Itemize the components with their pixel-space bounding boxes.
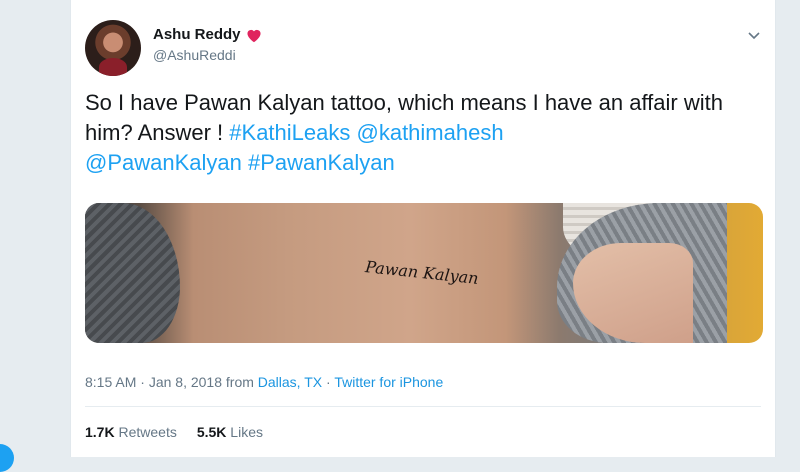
hashtag-kathileaks[interactable]: #KathiLeaks: [229, 120, 350, 145]
tweet-date[interactable]: Jan 8, 2018: [149, 374, 222, 390]
likes-stat[interactable]: 5.5K Likes: [197, 424, 263, 440]
tweet-image[interactable]: Pawan Kalyan: [85, 203, 763, 343]
chevron-down-icon[interactable]: [745, 26, 763, 44]
display-name-text[interactable]: Ashu Reddy: [153, 26, 241, 43]
tweet-card: Ashu Reddy @AshuReddi So I have Pawan Ka…: [70, 0, 776, 457]
from-label: from: [225, 374, 254, 390]
author-display-name[interactable]: Ashu Reddy: [153, 26, 263, 43]
hashtag-pawankalyan[interactable]: #PawanKalyan: [248, 150, 395, 175]
tweet-location[interactable]: Dallas, TX: [258, 374, 322, 390]
tweet-stats: 1.7K Retweets 5.5K Likes: [85, 424, 263, 440]
likes-label: Likes: [230, 424, 263, 440]
tweet-text: So I have Pawan Kalyan tattoo, which mea…: [85, 88, 765, 178]
tweet-meta: 8:15 AM · Jan 8, 2018 from Dallas, TX · …: [85, 374, 444, 390]
avatar[interactable]: [85, 20, 141, 76]
mention-kathimahesh[interactable]: @kathimahesh: [357, 120, 504, 145]
divider: [85, 406, 761, 407]
sweater-left: [85, 203, 180, 343]
retweets-count: 1.7K: [85, 424, 115, 440]
likes-count: 5.5K: [196, 424, 227, 440]
decorative-circle: [0, 444, 14, 472]
retweets-stat[interactable]: 1.7K Retweets: [85, 424, 177, 440]
heart-icon: [246, 29, 261, 42]
author-handle[interactable]: @AshuReddi: [153, 47, 236, 63]
retweets-label: Retweets: [118, 424, 177, 440]
mention-pawankalyan[interactable]: @PawanKalyan: [85, 150, 242, 175]
tweet-source[interactable]: Twitter for iPhone: [334, 374, 443, 390]
tweet-time[interactable]: 8:15 AM: [85, 374, 136, 390]
tattoo-text: Pawan Kalyan: [364, 257, 480, 288]
